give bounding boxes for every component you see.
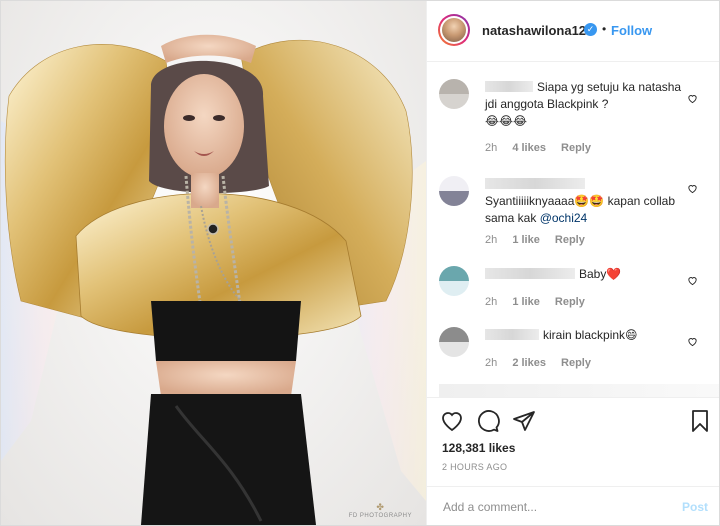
photo-illustration (1, 34, 426, 525)
comment-item: Baby❤️ 2h 1 like Reply (427, 266, 719, 321)
author-username[interactable]: natashawilona12 (482, 23, 586, 38)
post-header: natashawilona12 ✓ • Follow (427, 1, 719, 62)
comment-text: Syantiiiiiknyaaaa🤩🤩 kapan collab sama ka… (485, 176, 685, 227)
post-side-panel: natashawilona12 ✓ • Follow Siapa yg setu… (426, 1, 719, 525)
comment-like-heart-icon[interactable] (687, 183, 698, 194)
verified-badge-icon: ✓ (584, 23, 597, 36)
comment-age: 2h (485, 142, 498, 154)
reply-button[interactable]: Reply (561, 357, 591, 369)
reply-button[interactable]: Reply (555, 296, 585, 308)
follow-button[interactable]: Follow (611, 23, 652, 38)
bookmark-icon[interactable] (688, 409, 712, 433)
likes-count[interactable]: 128,381 likes (442, 441, 515, 455)
share-icon[interactable] (512, 409, 536, 433)
post-timestamp: 2 HOURS AGO (442, 462, 508, 472)
photo-watermark: ✤ FD PHOTOGRAPHY (349, 502, 412, 519)
comment-item: Syantiiiiiknyaaaa🤩🤩 kapan collab sama ka… (427, 176, 719, 251)
comment-like-heart-icon[interactable] (687, 336, 698, 347)
comment-meta: 2h 1 like Reply (485, 296, 597, 308)
comment-likes[interactable]: 4 likes (512, 142, 546, 154)
reply-button[interactable]: Reply (555, 234, 585, 246)
blurred-username (485, 81, 533, 92)
comment-mention-link[interactable]: @ochi24 (540, 211, 588, 225)
comment-likes[interactable]: 2 likes (512, 357, 546, 369)
comment-emoji: 😄 (625, 328, 638, 342)
comment-age: 2h (485, 296, 498, 308)
comment-like-heart-icon[interactable] (687, 93, 698, 104)
leather-skirt (141, 394, 316, 525)
commenter-avatar[interactable] (439, 327, 469, 357)
comment-age: 2h (485, 357, 498, 369)
instagram-post-modal: ✤ FD PHOTOGRAPHY natashawilona12 ✓ • Fol… (0, 0, 720, 526)
post-actions: 128,381 likes 2 HOURS AGO (427, 397, 719, 486)
blurred-username (485, 268, 575, 279)
add-comment-bar: Post (427, 486, 719, 525)
arms (161, 34, 256, 63)
comment-text: Siapa yg setuju ka natasha jdi anggota B… (485, 79, 685, 130)
comment-item: kirain blackpink😄 2h 2 likes Reply (427, 327, 719, 382)
crop-top (151, 301, 301, 361)
comment-emoji: 😂😂😂 (485, 114, 528, 128)
comment-meta: 2h 2 likes Reply (485, 357, 603, 369)
comment-emoji: ❤️ (606, 267, 622, 281)
watermark-text: FD PHOTOGRAPHY (348, 513, 412, 519)
comments-list[interactable]: Siapa yg setuju ka natasha jdi anggota B… (427, 62, 719, 397)
comment-icon[interactable] (476, 409, 500, 433)
comment-text: kirain blackpink😄 (485, 327, 685, 344)
clipped-next-comment (439, 384, 719, 397)
header-separator: • (602, 22, 607, 36)
blurred-username (485, 178, 585, 189)
blurred-username (485, 329, 539, 340)
reply-button[interactable]: Reply (561, 142, 591, 154)
comment-likes[interactable]: 1 like (512, 234, 540, 246)
midriff (156, 361, 296, 396)
comment-age: 2h (485, 234, 498, 246)
heart-icon[interactable] (440, 409, 464, 433)
comment-item: Siapa yg setuju ka natasha jdi anggota B… (427, 79, 719, 161)
comment-text: Baby❤️ (485, 266, 685, 283)
post-comment-button[interactable]: Post (682, 500, 708, 514)
post-photo: ✤ FD PHOTOGRAPHY (1, 1, 426, 525)
commenter-avatar[interactable] (439, 79, 469, 109)
watermark-logo-icon: ✤ (376, 502, 385, 512)
face (164, 74, 244, 178)
comment-meta: 2h 1 like Reply (485, 234, 597, 246)
commenter-avatar[interactable] (439, 176, 469, 206)
comment-likes[interactable]: 1 like (512, 296, 540, 308)
author-avatar[interactable] (438, 14, 470, 46)
comment-meta: 2h 4 likes Reply (485, 142, 603, 154)
comment-like-heart-icon[interactable] (687, 275, 698, 286)
add-comment-input[interactable] (441, 495, 665, 519)
comment-emoji: 🤩🤩 (574, 194, 605, 208)
commenter-avatar[interactable] (439, 266, 469, 296)
